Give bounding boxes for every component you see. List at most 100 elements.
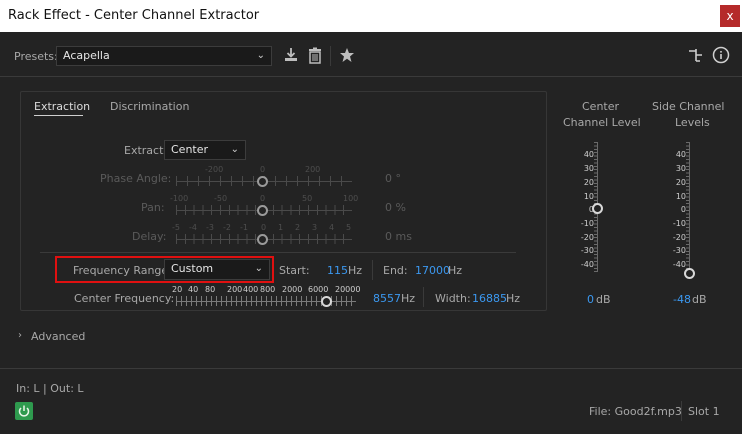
range-divider: [372, 260, 373, 280]
meter-tick: -40: [580, 260, 594, 269]
presets-dropdown[interactable]: Acapella ⌄: [56, 46, 272, 66]
width-value[interactable]: 16885: [472, 292, 507, 305]
delay-label: Delay:: [132, 230, 167, 243]
delay-tick: 1: [278, 223, 284, 232]
center-frequency-label: Center Frequency:: [74, 292, 175, 305]
phase-tick-minus200: -200: [205, 165, 224, 174]
cf-tick: 800: [260, 285, 276, 294]
tab-extraction[interactable]: Extraction: [34, 100, 90, 113]
trash-icon[interactable]: [307, 47, 323, 64]
window-title: Rack Effect - Center Channel Extractor: [8, 8, 260, 23]
extract-label: Extract:: [124, 144, 168, 157]
meter-tick: 40: [675, 150, 686, 159]
info-icon[interactable]: [712, 46, 730, 64]
start-unit: Hz: [348, 264, 363, 277]
cf-tick: 20: [172, 285, 183, 294]
cf-tick: 6000: [308, 285, 329, 294]
center-level-value[interactable]: 0: [587, 293, 594, 306]
frequency-range-dropdown[interactable]: Custom ⌄: [164, 259, 270, 280]
presets-label: Presets:: [14, 50, 58, 63]
meter-tick: 20: [583, 178, 594, 187]
meter-tick: -30: [580, 246, 594, 255]
meter-tick: 0: [574, 205, 594, 214]
meter-tick: 0: [680, 205, 686, 214]
cf-tick: 400: [243, 285, 259, 294]
delay-value: 0 ms: [385, 230, 412, 243]
meter-tick: 30: [583, 164, 594, 173]
download-icon[interactable]: [283, 47, 299, 63]
end-label: End:: [383, 264, 408, 277]
center-meter-title-1: Center: [582, 100, 620, 113]
cf-tick: 80: [205, 285, 216, 294]
width-unit: Hz: [506, 292, 521, 305]
end-value[interactable]: 17000: [415, 264, 450, 277]
chevron-down-icon: ⌄: [254, 263, 263, 274]
file-name: File: Good2f.mp3: [589, 405, 682, 418]
center-level-thumb[interactable]: [592, 203, 603, 214]
meter-tick: -10: [672, 219, 686, 228]
phase-tick-0: 0: [260, 165, 266, 174]
close-button[interactable]: x: [720, 5, 740, 27]
end-unit: Hz: [448, 264, 463, 277]
delay-tick: -5: [172, 223, 180, 232]
width-label: Width:: [435, 292, 471, 305]
cf-tick: 2000: [282, 285, 303, 294]
side-level-value[interactable]: -48: [673, 293, 691, 306]
toolbar-divider: [330, 46, 331, 66]
cf-tick: 200: [227, 285, 243, 294]
power-button[interactable]: [15, 402, 33, 420]
phase-angle-thumb[interactable]: [257, 176, 268, 187]
side-level-unit: dB: [692, 293, 707, 306]
header-separator: [0, 76, 742, 77]
advanced-toggle[interactable]: Advanced: [31, 330, 85, 343]
pan-tick-minus50: -50: [214, 194, 228, 203]
slot-label: Slot 1: [688, 405, 720, 418]
meter-tick: -30: [672, 246, 686, 255]
extract-dropdown[interactable]: Center ⌄: [164, 140, 246, 160]
meter-tick: -40: [672, 260, 686, 269]
delay-tick: 4: [329, 223, 335, 232]
delay-thumb[interactable]: [257, 234, 268, 245]
delay-tick: -4: [189, 223, 197, 232]
pan-thumb[interactable]: [257, 205, 268, 216]
side-level-thumb[interactable]: [684, 268, 695, 279]
phase-tick-200: 200: [305, 165, 321, 174]
phase-angle-label: Phase Angle:: [100, 172, 172, 185]
meter-tick: 40: [583, 150, 594, 159]
routing-icon[interactable]: [688, 48, 704, 62]
delay-tick: -2: [223, 223, 231, 232]
footer-divider: [681, 401, 682, 421]
side-meter-title-2: Levels: [675, 116, 710, 129]
meter-tick: -20: [672, 233, 686, 242]
center-frequency-value[interactable]: 8557: [373, 292, 401, 305]
close-icon: x: [726, 9, 734, 23]
width-divider: [423, 287, 424, 307]
meter-tick: 10: [583, 192, 594, 201]
star-icon[interactable]: [339, 47, 355, 63]
section-separator: [40, 252, 516, 253]
center-level-unit: dB: [596, 293, 611, 306]
chevron-down-icon: ⌄: [256, 50, 265, 61]
extract-value: Center: [171, 143, 209, 156]
pan-tick-0: 0: [260, 194, 266, 203]
pan-tick-100: 100: [343, 194, 359, 203]
meter-tick: 30: [675, 164, 686, 173]
pan-tick-50: 50: [302, 194, 313, 203]
side-channel-meter[interactable]: 40 30 20 10 0 -10 -20 -30 -40: [666, 142, 696, 272]
start-label: Start:: [279, 264, 310, 277]
start-value[interactable]: 115: [327, 264, 348, 277]
center-meter-title-2: Channel Level: [563, 116, 641, 129]
frequency-range-label: Frequency Range:: [73, 264, 172, 277]
pan-label: Pan:: [141, 201, 165, 214]
center-frequency-thumb[interactable]: [321, 296, 332, 307]
frequency-range-value: Custom: [171, 262, 214, 275]
phase-angle-value: 0 °: [385, 172, 401, 185]
meter-tick: 10: [675, 192, 686, 201]
delay-tick: -1: [240, 223, 248, 232]
delay-tick: 5: [346, 223, 352, 232]
chevron-right-icon[interactable]: ›: [18, 330, 22, 341]
tab-discrimination[interactable]: Discrimination: [110, 100, 189, 113]
meter-ticks: [686, 142, 690, 272]
tab-active-underline: [34, 115, 83, 116]
meter-tick: 20: [675, 178, 686, 187]
